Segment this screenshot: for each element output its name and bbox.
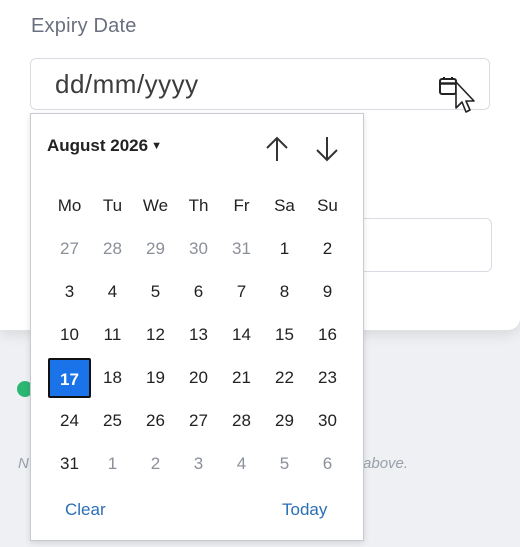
calendar-weeks: 27 28 29 30 31 1 2 3 4 5 6 7 8 9 10 11 12 13 14 15 16 17 18 19 2… — [48, 227, 349, 485]
calendar-day-outside-month[interactable]: 2 — [134, 444, 177, 484]
calendar-day[interactable]: 18 — [91, 358, 134, 398]
calendar-day[interactable]: 19 — [134, 358, 177, 398]
mouse-cursor-icon — [455, 81, 475, 113]
calendar-day[interactable]: 24 — [48, 401, 91, 441]
calendar-day-outside-month[interactable]: 6 — [306, 444, 349, 484]
calendar-day[interactable]: 14 — [220, 315, 263, 355]
calendar-day[interactable]: 16 — [306, 315, 349, 355]
arrow-up-icon — [266, 136, 288, 161]
calendar-week-row: 24 25 26 27 28 29 30 — [48, 399, 349, 442]
calendar-day[interactable]: 28 — [220, 401, 263, 441]
calendar-day[interactable]: 1 — [263, 229, 306, 269]
caret-down-icon: ▼ — [151, 140, 162, 152]
weekday-header: We — [142, 195, 169, 215]
calendar-day-outside-month[interactable]: 5 — [263, 444, 306, 484]
calendar-day[interactable]: 25 — [91, 401, 134, 441]
calendar-day[interactable]: 7 — [220, 272, 263, 312]
calendar-week-row: 31 1 2 3 4 5 6 — [48, 442, 349, 485]
clear-button[interactable]: Clear — [65, 500, 106, 520]
calendar-day-outside-month[interactable]: 29 — [134, 229, 177, 269]
hint-text-fragment: N — [18, 455, 29, 472]
calendar-day[interactable]: 22 — [263, 358, 306, 398]
today-button[interactable]: Today — [282, 500, 327, 520]
calendar-day[interactable]: 12 — [134, 315, 177, 355]
weekday-header: Tu — [102, 195, 123, 215]
weekday-header: Su — [317, 195, 338, 215]
weekday-header: Mo — [57, 195, 82, 215]
calendar-grid: Mo Tu We Th Fr Sa Su 27 28 29 30 31 1 2 3 4 5 6 7 8 9… — [48, 184, 349, 485]
month-year-select[interactable]: August 2026 ▼ — [47, 136, 162, 156]
calendar-day-outside-month[interactable]: 4 — [220, 444, 263, 484]
calendar-day-selected[interactable]: 17 — [48, 357, 91, 398]
calendar-day-outside-month[interactable]: 3 — [177, 444, 220, 484]
calendar-day[interactable]: 15 — [263, 315, 306, 355]
calendar-day[interactable]: 4 — [91, 272, 134, 312]
calendar-day[interactable]: 11 — [91, 315, 134, 355]
arrow-down-icon — [316, 137, 338, 162]
calendar-week-row: 27 28 29 30 31 1 2 — [48, 227, 349, 270]
calendar-day-outside-month[interactable]: 28 — [91, 229, 134, 269]
expiry-date-input[interactable]: dd/mm/yyyy — [30, 58, 490, 110]
calendar-day[interactable]: 21 — [220, 358, 263, 398]
calendar-day[interactable]: 31 — [48, 444, 91, 484]
calendar-day[interactable]: 2 — [306, 229, 349, 269]
calendar-day[interactable]: 29 — [263, 401, 306, 441]
calendar-week-row: 17 18 19 20 21 22 23 — [48, 356, 349, 399]
weekday-header: Fr — [233, 195, 250, 215]
calendar-day[interactable]: 20 — [177, 358, 220, 398]
calendar-day[interactable]: 9 — [306, 272, 349, 312]
calendar-week-row: 10 11 12 13 14 15 16 — [48, 313, 349, 356]
calendar-day-outside-month[interactable]: 1 — [91, 444, 134, 484]
secondary-field-input[interactable] — [350, 218, 492, 272]
prev-month-button[interactable] — [263, 134, 291, 164]
calendar-day-outside-month[interactable]: 27 — [48, 229, 91, 269]
calendar-day[interactable]: 6 — [177, 272, 220, 312]
calendar-day-outside-month[interactable]: 30 — [177, 229, 220, 269]
calendar-day-outside-month[interactable]: 31 — [220, 229, 263, 269]
month-year-label: August 2026 — [47, 136, 149, 155]
calendar-day[interactable]: 27 — [177, 401, 220, 441]
calendar-day[interactable]: 26 — [134, 401, 177, 441]
calendar-popup: August 2026 ▼ Mo Tu We Th Fr Sa Su 27 28 29… — [30, 113, 364, 541]
expiry-date-label: Expiry Date — [31, 15, 137, 37]
next-month-button[interactable] — [313, 134, 341, 164]
weekday-header-row: Mo Tu We Th Fr Sa Su — [48, 184, 349, 227]
calendar-day[interactable]: 10 — [48, 315, 91, 355]
weekday-header: Sa — [274, 195, 295, 215]
calendar-day[interactable]: 23 — [306, 358, 349, 398]
calendar-day[interactable]: 13 — [177, 315, 220, 355]
calendar-day[interactable]: 8 — [263, 272, 306, 312]
calendar-day[interactable]: 30 — [306, 401, 349, 441]
weekday-header: Th — [188, 195, 209, 215]
calendar-day[interactable]: 5 — [134, 272, 177, 312]
calendar-week-row: 3456789 — [48, 270, 349, 313]
expiry-date-placeholder: dd/mm/yyyy — [55, 69, 199, 99]
calendar-day[interactable]: 3 — [48, 272, 91, 312]
